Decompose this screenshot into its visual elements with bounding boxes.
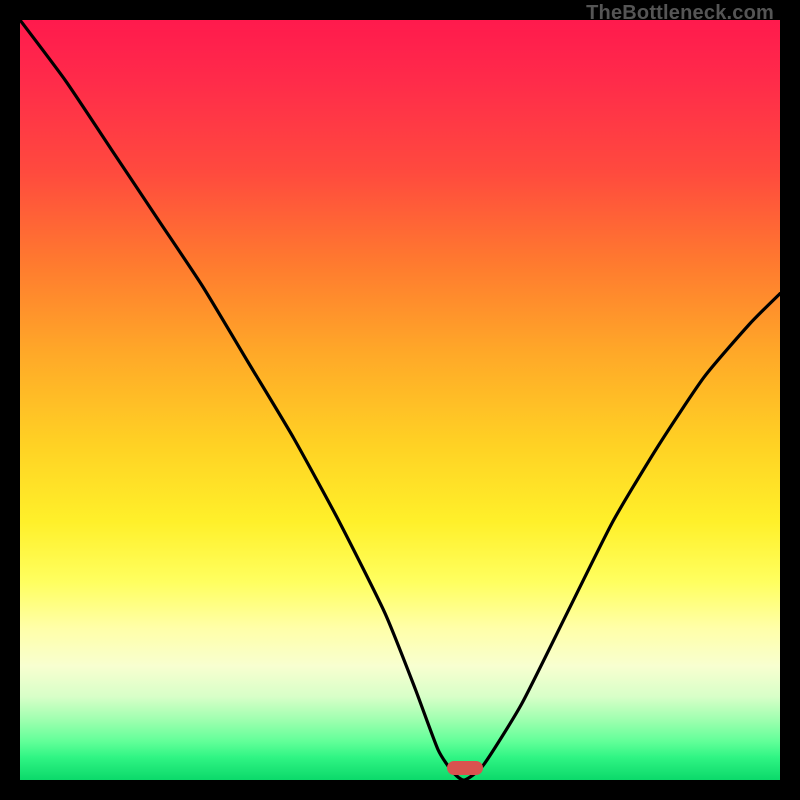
plot-area	[20, 20, 780, 780]
chart-frame: TheBottleneck.com	[0, 0, 800, 800]
optimal-marker	[447, 761, 483, 775]
watermark-text: TheBottleneck.com	[586, 2, 774, 25]
